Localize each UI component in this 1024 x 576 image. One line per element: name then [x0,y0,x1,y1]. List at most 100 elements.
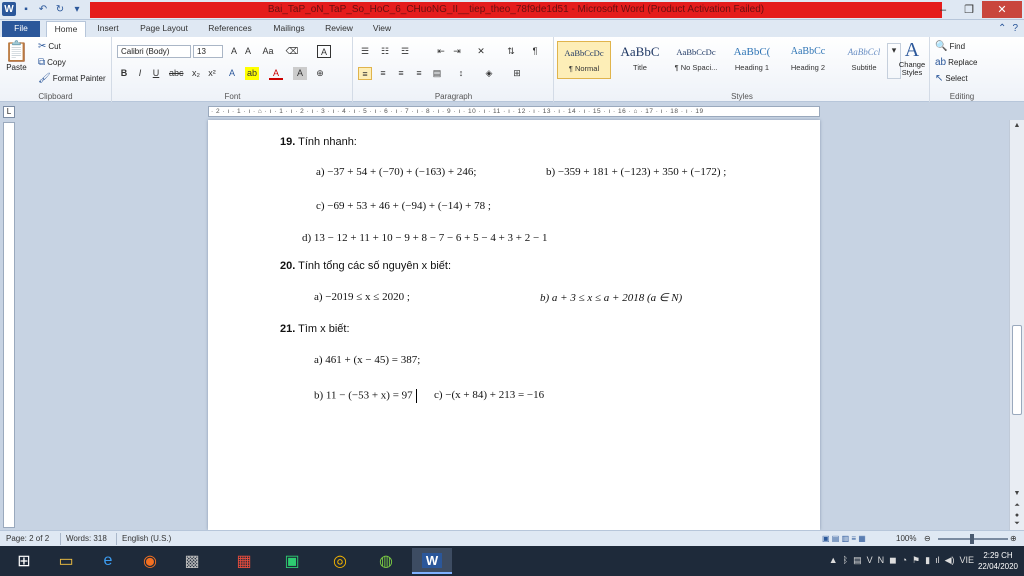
asian-layout-icon[interactable]: ✕ [474,45,488,58]
volume-icon[interactable]: ◀) [945,555,955,566]
tab-selector[interactable]: L [3,106,15,118]
change-styles-button[interactable]: A Change Styles [895,39,929,77]
style-heading-2[interactable]: AaBbCc Heading 2 [781,41,835,79]
redo-icon[interactable]: ↻ [53,2,67,16]
italic-icon[interactable]: I [133,67,147,80]
align-center-icon[interactable]: ≡ [376,67,390,80]
sort-icon[interactable]: ⇅ [504,45,518,58]
scroll-up-icon[interactable]: ▲ [1010,120,1024,132]
style-no-spacing[interactable]: AaBbCcDc ¶ No Spaci... [669,41,723,79]
zoom-slider-knob[interactable] [970,534,974,544]
language[interactable]: English (U.S.) [122,534,171,543]
align-left-icon[interactable]: ≡ [358,67,372,80]
font-color-icon[interactable]: A [269,67,283,80]
ribbon-collapse-icon[interactable]: ⌃ [998,23,1006,34]
shield-icon[interactable]: ◼ [889,555,896,566]
style-normal[interactable]: AaBbCcDc ¶ Normal [557,41,611,79]
system-clock[interactable]: 2:29 CH 22/04/2020 [976,550,1020,572]
file-explorer-icon[interactable]: ▭ [46,548,86,574]
bullets-icon[interactable]: ☰ [358,45,372,58]
scroll-thumb[interactable] [1012,325,1022,415]
signal-icon[interactable]: ıl [935,555,940,566]
network-icon[interactable]: ▤ [853,555,862,566]
borders-icon[interactable]: ⊞ [510,67,524,80]
line-spacing-icon[interactable]: ↕ [454,67,468,80]
help-icon[interactable]: ? [1012,23,1018,34]
paragraph-shading-icon[interactable]: ◈ [482,67,496,80]
customize-qat-icon[interactable]: ▾ [70,2,84,16]
cut-button[interactable]: ✂ Cut [38,41,61,52]
justify-icon[interactable]: ≡ [412,67,426,80]
tray-arrow-icon[interactable]: ▲ [829,555,838,566]
undo-icon[interactable]: ↶ [36,2,50,16]
text-effects-icon[interactable]: A [225,67,239,80]
change-case-icon[interactable]: Aa [261,45,275,58]
grow-font-icon[interactable]: A [227,45,241,58]
document-page[interactable]: 19. Tính nhanh: a) −37 + 54 + (−70) + (−… [208,120,820,530]
page-count[interactable]: Page: 2 of 2 [6,534,49,543]
paint-app-icon[interactable]: ▦ [224,548,264,574]
save-icon[interactable]: ▪ [19,2,33,16]
paste-button[interactable]: 📋 Paste [4,41,29,72]
shading-icon[interactable]: A [293,67,307,80]
zoom-level[interactable]: 100% [896,534,916,543]
superscript-icon[interactable]: x² [205,67,219,80]
zoom-out-icon[interactable]: ⊖ [924,534,931,543]
word-count[interactable]: Words: 318 [66,534,107,543]
coccoc-browser-icon[interactable]: ◉ [130,548,170,574]
minimize-icon[interactable]: – [930,1,956,18]
show-marks-icon[interactable]: ¶ [528,45,542,58]
character-border-icon[interactable]: A [317,45,331,58]
zalo-icon[interactable]: ◍ [366,548,406,574]
word-taskbar-icon[interactable]: W [412,548,452,574]
font-size-select[interactable]: 13 [193,45,223,58]
maximize-icon[interactable]: ❐ [956,1,982,18]
style-heading-1[interactable]: AaBbC( Heading 1 [725,41,779,79]
vertical-scrollbar[interactable]: ▲ ▼ ⏶ ● ⏷ [1009,120,1024,530]
bluetooth-icon[interactable]: ᛒ [843,555,848,566]
store-icon[interactable]: ▣ [272,548,312,574]
windows-start-icon[interactable]: ⊞ [4,548,44,574]
horizontal-ruler[interactable]: · 2 · ı · 1 · ı · ⌂ · ı · 1 · ı · 2 · ı … [208,106,820,117]
unikey-icon[interactable]: ▩ [172,548,212,574]
clear-format-icon[interactable]: ⌫ [285,45,299,58]
subscript-icon[interactable]: x₂ [189,67,203,80]
notes-icon[interactable]: N [878,555,885,566]
tab-home[interactable]: Home [46,21,86,37]
increase-indent-icon[interactable]: ⇥ [450,45,464,58]
wifi-icon[interactable]: ◔ [902,555,907,566]
copy-button[interactable]: ⧉ Copy [38,57,66,68]
strikethrough-icon[interactable]: abc [169,67,184,80]
decrease-indent-icon[interactable]: ⇤ [434,45,448,58]
vpn-icon[interactable]: V [867,555,873,566]
tab-view[interactable]: View [364,21,400,37]
tab-file[interactable]: File [2,21,40,37]
style-title[interactable]: AaBbC Title [613,41,667,79]
battery-icon[interactable]: ▮ [925,555,930,566]
chrome-icon[interactable]: ◎ [320,548,360,574]
font-name-select[interactable]: Calibri (Body) [117,45,191,58]
distributed-icon[interactable]: ▤ [430,67,444,80]
style-subtitle[interactable]: AaBbCcl Subtitle [837,41,891,79]
select-button[interactable]: ↖ Select [935,73,968,84]
tab-mailings[interactable]: Mailings [264,21,314,37]
internet-explorer-icon[interactable]: e [88,548,128,574]
multilevel-list-icon[interactable]: ☲ [398,45,412,58]
zoom-in-icon[interactable]: ⊕ [1010,534,1017,543]
replace-button[interactable]: ab Replace [935,57,977,68]
highlight-icon[interactable]: ab [245,67,259,80]
tab-page-layout[interactable]: Page Layout [134,21,194,37]
flag-icon[interactable]: ⚑ [912,555,920,566]
bold-icon[interactable]: B [117,67,131,80]
next-page-icon[interactable]: ⏷ [1010,518,1024,530]
shrink-font-icon[interactable]: A [241,45,255,58]
enclose-char-icon[interactable]: ⊕ [313,67,327,80]
view-buttons[interactable]: ▣ ▤ ▥ ≡ ▦ [822,534,866,543]
find-button[interactable]: 🔍 Find [935,41,965,52]
format-painter-button[interactable]: 🖌 Format Painter [38,73,106,84]
scroll-down-icon[interactable]: ▼ [1010,488,1024,500]
vertical-ruler[interactable] [3,122,15,528]
input-language[interactable]: VIE [959,555,974,566]
align-right-icon[interactable]: ≡ [394,67,408,80]
numbering-icon[interactable]: ☷ [378,45,392,58]
